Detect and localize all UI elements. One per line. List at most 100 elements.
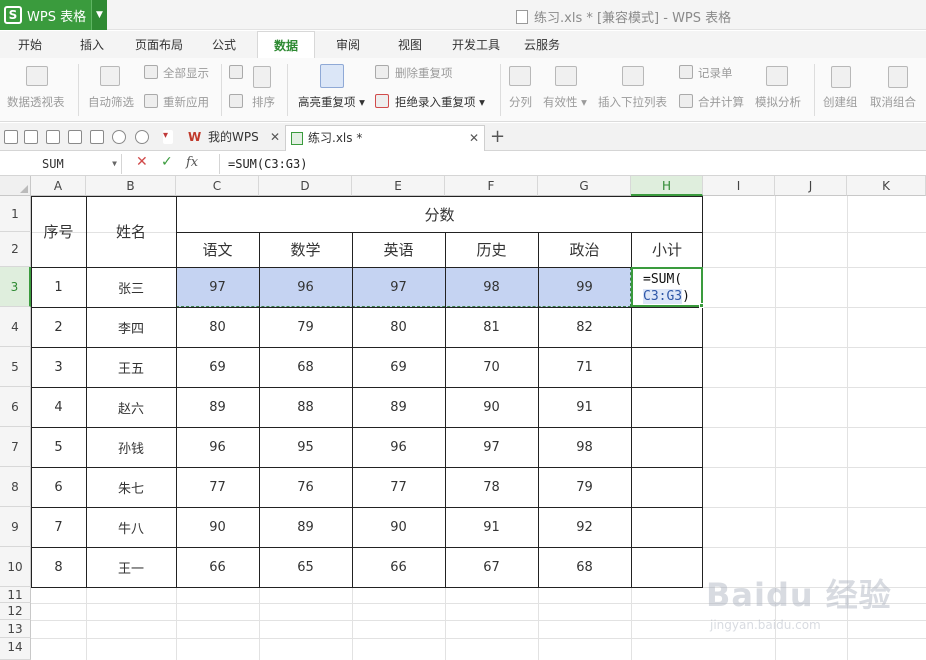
create-group-button[interactable]: 创建组 <box>823 94 858 110</box>
cell-seq[interactable]: 2 <box>31 307 86 347</box>
cell-score[interactable]: 97 <box>352 267 445 307</box>
cell-score[interactable]: 89 <box>259 507 352 547</box>
header-math[interactable]: 数学 <box>259 232 352 267</box>
header-name[interactable]: 姓名 <box>86 196 176 267</box>
doc-tab-my-wps[interactable]: W 我的WPS ✕ <box>180 125 284 151</box>
row-header-2[interactable]: 2 <box>0 232 31 267</box>
highlight-duplicates-button[interactable]: 高亮重复项 ▾ <box>298 94 365 110</box>
tab-review[interactable]: 审阅 <box>322 31 374 58</box>
column-header-h[interactable]: H <box>631 176 703 196</box>
select-all-corner[interactable] <box>0 176 31 196</box>
cell-score[interactable]: 66 <box>176 547 259 587</box>
reject-duplicates-button[interactable]: 拒绝录入重复项 ▾ <box>395 94 485 110</box>
row-header-10[interactable]: 10 <box>0 547 31 587</box>
row-header-8[interactable]: 8 <box>0 467 31 507</box>
cell-score[interactable]: 97 <box>445 427 538 467</box>
reapply-button[interactable]: 重新应用 <box>163 94 209 110</box>
tab-formula[interactable]: 公式 <box>198 31 250 58</box>
cell-name[interactable]: 孙钱 <box>86 427 176 467</box>
undo-icon[interactable] <box>112 130 126 144</box>
cell-seq[interactable]: 6 <box>31 467 86 507</box>
column-header-d[interactable]: D <box>259 176 352 196</box>
cell-score[interactable]: 80 <box>352 307 445 347</box>
doc-tab-practice[interactable]: 练习.xls * ✕ <box>285 125 485 151</box>
cell-score[interactable]: 96 <box>176 427 259 467</box>
chevron-down-icon[interactable]: ▼ <box>91 0 107 30</box>
tab-developer[interactable]: 开发工具 <box>446 31 506 58</box>
cell-score[interactable]: 89 <box>176 387 259 427</box>
cell-name[interactable]: 李四 <box>86 307 176 347</box>
header-scores[interactable]: 分数 <box>176 196 703 232</box>
tab-view[interactable]: 视图 <box>384 31 436 58</box>
tab-page-layout[interactable]: 页面布局 <box>128 31 190 58</box>
remove-duplicates-button[interactable]: 删除重复项 <box>395 65 453 81</box>
row-header-6[interactable]: 6 <box>0 387 31 427</box>
cell-score[interactable]: 77 <box>352 467 445 507</box>
cell-score[interactable]: 70 <box>445 347 538 387</box>
cell-score[interactable]: 88 <box>259 387 352 427</box>
save-as-icon[interactable] <box>46 130 60 144</box>
close-icon[interactable]: ✕ <box>469 126 479 151</box>
row-header-1[interactable]: 1 <box>0 196 31 232</box>
cell-seq[interactable]: 8 <box>31 547 86 587</box>
cell-score[interactable]: 92 <box>538 507 631 547</box>
row-header-12[interactable]: 12 <box>0 603 31 620</box>
customize-icon[interactable]: ▾ <box>163 130 173 144</box>
column-header-f[interactable]: F <box>445 176 538 196</box>
row-header-9[interactable]: 9 <box>0 507 31 547</box>
row-header-3[interactable]: 3 <box>0 267 31 307</box>
tab-data[interactable]: 数据 <box>257 31 315 58</box>
cell-score[interactable]: 65 <box>259 547 352 587</box>
column-header-e[interactable]: E <box>352 176 445 196</box>
chevron-down-icon[interactable]: ▼ <box>112 154 117 174</box>
header-english[interactable]: 英语 <box>352 232 445 267</box>
sort-asc-icon[interactable] <box>229 65 243 79</box>
header-subtotal[interactable]: 小计 <box>631 232 703 267</box>
sort-desc-icon[interactable] <box>229 94 243 108</box>
header-chinese[interactable]: 语文 <box>176 232 259 267</box>
cell-score[interactable]: 89 <box>352 387 445 427</box>
row-header-5[interactable]: 5 <box>0 347 31 387</box>
active-cell-h3[interactable]: =SUM( C3:G3) <box>631 267 703 307</box>
cell-score[interactable]: 66 <box>352 547 445 587</box>
formula-input[interactable] <box>219 154 919 174</box>
header-history[interactable]: 历史 <box>445 232 538 267</box>
app-menu-button[interactable]: S WPS 表格 ▼ <box>0 0 107 30</box>
cell-score[interactable]: 80 <box>176 307 259 347</box>
cell-seq[interactable]: 3 <box>31 347 86 387</box>
header-seq[interactable]: 序号 <box>31 196 86 267</box>
cell-score[interactable]: 98 <box>538 427 631 467</box>
column-header-j[interactable]: J <box>775 176 847 196</box>
consolidate-button[interactable]: 合并计算 <box>698 94 744 110</box>
print-icon[interactable] <box>68 130 82 144</box>
autofilter-button[interactable]: 自动筛选 <box>88 94 134 110</box>
record-form-button[interactable]: 记录单 <box>698 65 733 81</box>
cell-seq[interactable]: 7 <box>31 507 86 547</box>
cell-score[interactable]: 98 <box>445 267 538 307</box>
cancel-icon[interactable]: ✕ <box>136 154 148 170</box>
cell-name[interactable]: 朱七 <box>86 467 176 507</box>
insert-dropdown-button[interactable]: 插入下拉列表 <box>598 94 667 110</box>
open-folder-icon[interactable] <box>4 130 18 144</box>
row-header-7[interactable]: 7 <box>0 427 31 467</box>
cell-score[interactable]: 79 <box>538 467 631 507</box>
cell-score[interactable]: 68 <box>538 547 631 587</box>
cell-score[interactable]: 67 <box>445 547 538 587</box>
cell-score[interactable]: 77 <box>176 467 259 507</box>
show-all-button[interactable]: 全部显示 <box>163 65 209 81</box>
cell-score[interactable]: 79 <box>259 307 352 347</box>
name-box[interactable]: SUM ▼ <box>0 154 122 174</box>
cell-score[interactable]: 76 <box>259 467 352 507</box>
sort-button[interactable]: 排序 <box>252 94 275 110</box>
cell-seq[interactable]: 4 <box>31 387 86 427</box>
column-header-c[interactable]: C <box>176 176 259 196</box>
cell-name[interactable]: 王五 <box>86 347 176 387</box>
cell-score[interactable]: 82 <box>538 307 631 347</box>
cell-score[interactable]: 95 <box>259 427 352 467</box>
column-header-a[interactable]: A <box>31 176 86 196</box>
cell-score[interactable]: 97 <box>176 267 259 307</box>
column-header-i[interactable]: I <box>703 176 775 196</box>
cell-name[interactable]: 赵六 <box>86 387 176 427</box>
cell-score[interactable]: 96 <box>352 427 445 467</box>
cell-name[interactable]: 王一 <box>86 547 176 587</box>
